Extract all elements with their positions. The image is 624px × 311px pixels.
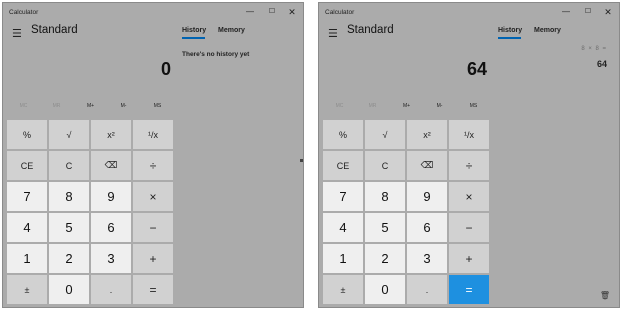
memory-row: MC MR M+ M- MS — [7, 103, 175, 115]
digit-6-button[interactable]: 6 — [407, 213, 447, 242]
tab-history[interactable]: History — [182, 27, 206, 34]
multiply-button[interactable]: × — [133, 182, 173, 211]
digit-4-button[interactable]: 4 — [7, 213, 47, 242]
calculator-display: 64 — [466, 59, 487, 79]
menu-icon[interactable]: ☰ — [328, 27, 338, 40]
percent-button[interactable]: % — [323, 120, 363, 149]
digit-8-button[interactable]: 8 — [365, 182, 405, 211]
minimize-icon[interactable]: — — [559, 5, 573, 19]
memory-clear-button[interactable]: MC — [7, 103, 40, 109]
decimal-button[interactable]: . — [407, 275, 447, 304]
memory-store-button[interactable]: MS — [141, 103, 174, 109]
digit-8-button[interactable]: 8 — [49, 182, 89, 211]
negate-button[interactable]: ± — [323, 275, 363, 304]
history-empty-message: There's no history yet — [182, 51, 250, 58]
memory-add-button[interactable]: M+ — [390, 103, 423, 109]
digit-7-button[interactable]: 7 — [323, 182, 363, 211]
memory-recall-button[interactable]: MR — [356, 103, 389, 109]
active-tab-indicator — [182, 37, 205, 39]
maximize-icon[interactable]: ☐ — [265, 5, 279, 19]
digit-3-button[interactable]: 3 — [91, 244, 131, 273]
digit-7-button[interactable]: 7 — [7, 182, 47, 211]
square-root-button[interactable]: √ — [365, 120, 405, 149]
digit-9-button[interactable]: 9 — [91, 182, 131, 211]
title-bar[interactable]: Calculator — ☐ ✕ — [319, 3, 619, 21]
calculator-window-before: Calculator — ☐ ✕ ☰ Standard History Memo… — [2, 2, 304, 308]
divide-button[interactable]: ÷ — [449, 151, 489, 180]
divide-button[interactable]: ÷ — [133, 151, 173, 180]
memory-clear-button[interactable]: MC — [323, 103, 356, 109]
decimal-button[interactable]: . — [91, 275, 131, 304]
square-button[interactable]: x² — [407, 120, 447, 149]
memory-row: MC MR M+ M- MS — [323, 103, 491, 115]
digit-0-button[interactable]: 0 — [49, 275, 89, 304]
digit-2-button[interactable]: 2 — [365, 244, 405, 273]
minimize-icon[interactable]: — — [243, 5, 257, 19]
tab-memory[interactable]: Memory — [218, 27, 245, 34]
menu-icon[interactable]: ☰ — [12, 27, 22, 40]
digit-5-button[interactable]: 5 — [365, 213, 405, 242]
digit-6-button[interactable]: 6 — [91, 213, 131, 242]
equals-button[interactable]: = — [449, 275, 489, 304]
multiply-button[interactable]: × — [449, 182, 489, 211]
square-root-button[interactable]: √ — [49, 120, 89, 149]
maximize-icon[interactable]: ☐ — [581, 5, 595, 19]
subtract-button[interactable]: − — [133, 213, 173, 242]
active-tab-indicator — [498, 37, 521, 39]
tab-history[interactable]: History — [498, 27, 522, 34]
backspace-icon[interactable]: ⌫ — [407, 151, 447, 180]
mode-title: Standard — [347, 24, 394, 36]
digit-4-button[interactable]: 4 — [323, 213, 363, 242]
memory-recall-button[interactable]: MR — [40, 103, 73, 109]
digit-0-button[interactable]: 0 — [365, 275, 405, 304]
clear-entry-button[interactable]: CE — [7, 151, 47, 180]
memory-subtract-button[interactable]: M- — [423, 103, 456, 109]
calculator-window-after: Calculator — ☐ ✕ ☰ Standard History Memo… — [318, 2, 620, 308]
window-title: Calculator — [9, 9, 39, 16]
digit-9-button[interactable]: 9 — [407, 182, 447, 211]
backspace-icon[interactable]: ⌫ — [91, 151, 131, 180]
resize-handle[interactable] — [300, 159, 303, 162]
mode-title: Standard — [31, 24, 78, 36]
equals-button[interactable]: = — [133, 275, 173, 304]
add-button[interactable]: + — [449, 244, 489, 273]
subtract-button[interactable]: − — [449, 213, 489, 242]
clear-button[interactable]: C — [365, 151, 405, 180]
memory-store-button[interactable]: MS — [457, 103, 490, 109]
negate-button[interactable]: ± — [7, 275, 47, 304]
close-icon[interactable]: ✕ — [601, 5, 615, 19]
close-icon[interactable]: ✕ — [285, 5, 299, 19]
percent-button[interactable]: % — [7, 120, 47, 149]
window-title: Calculator — [325, 9, 355, 16]
history-expression[interactable]: 8 × 8 = — [581, 46, 607, 52]
digit-1-button[interactable]: 1 — [7, 244, 47, 273]
square-button[interactable]: x² — [91, 120, 131, 149]
tab-memory[interactable]: Memory — [534, 27, 561, 34]
add-button[interactable]: + — [133, 244, 173, 273]
digit-5-button[interactable]: 5 — [49, 213, 89, 242]
trash-icon[interactable]: 🗑 — [600, 291, 610, 300]
digit-3-button[interactable]: 3 — [407, 244, 447, 273]
calculator-display: 0 — [160, 59, 171, 79]
reciprocal-button[interactable]: ¹/x — [449, 120, 489, 149]
reciprocal-button[interactable]: ¹/x — [133, 120, 173, 149]
clear-button[interactable]: C — [49, 151, 89, 180]
digit-2-button[interactable]: 2 — [49, 244, 89, 273]
memory-add-button[interactable]: M+ — [74, 103, 107, 109]
memory-subtract-button[interactable]: M- — [107, 103, 140, 109]
title-bar[interactable]: Calculator — ☐ ✕ — [3, 3, 303, 21]
clear-entry-button[interactable]: CE — [323, 151, 363, 180]
history-result[interactable]: 64 — [597, 59, 607, 69]
digit-1-button[interactable]: 1 — [323, 244, 363, 273]
